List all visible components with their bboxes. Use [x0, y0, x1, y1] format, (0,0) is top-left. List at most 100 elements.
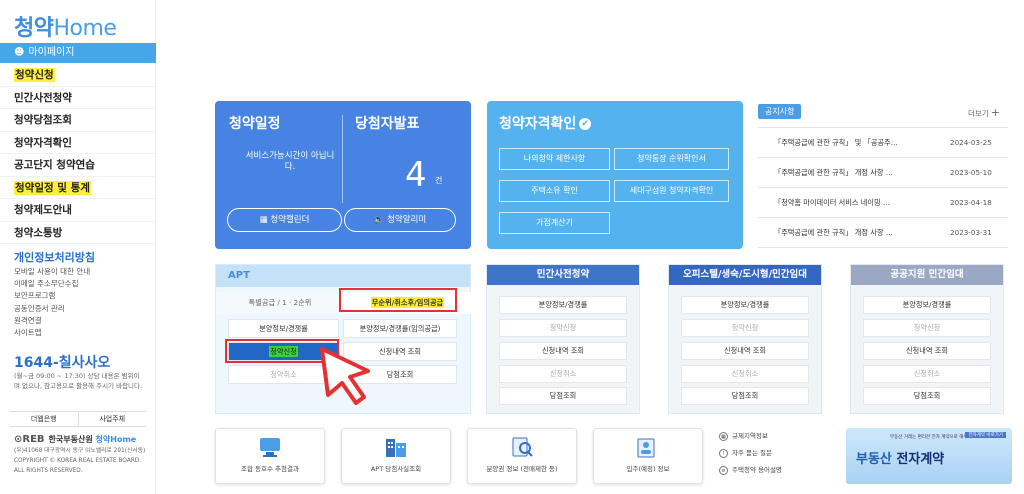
- panel-cancel-button[interactable]: 신청취소: [863, 365, 991, 383]
- divider: [342, 115, 343, 203]
- e-contract-banner[interactable]: 부동산 거래는 편리한 전자 계약으로 해주세요 전자계약 바로가기 부동산 전…: [846, 428, 1012, 484]
- menu-item-community[interactable]: 청약소통방: [0, 222, 156, 244]
- panel-history-button[interactable]: 신청내역 조회: [681, 342, 809, 360]
- book-icon: ≡: [719, 465, 728, 475]
- panel-title: 오피스텔/생숙/도시형/민간임대: [669, 265, 821, 285]
- reb-logo-icon: ⊙REB: [14, 434, 45, 445]
- speaker-icon: 🔈: [373, 215, 388, 225]
- panel-title: 민간사전청약: [487, 265, 639, 285]
- panel-history-button[interactable]: 신청내역 조회: [499, 342, 627, 360]
- site-logo[interactable]: 청약Home: [14, 10, 117, 42]
- notice-row[interactable]: 「주택공급에 관한 규칙」 개정 사항 … 2023-05-10: [758, 158, 1008, 188]
- private-pre-panel: 민간사전청약 분양정보/경쟁률 청약신청 신청내역 조회 신청취소 당첨조회: [486, 264, 640, 414]
- regulated-area-link[interactable]: ▦ 규제지역정보: [719, 428, 837, 445]
- panel-winner-button[interactable]: 당첨조회: [499, 387, 627, 405]
- panel-apply-button[interactable]: 청약신청: [863, 319, 991, 337]
- apt-title: APT: [216, 265, 470, 287]
- document-search-icon: [512, 437, 533, 457]
- map-icon: ▦: [719, 431, 728, 441]
- score-calculator-button[interactable]: 가점계산기: [499, 212, 610, 234]
- panel-info-button[interactable]: 분양정보/경쟁률: [681, 296, 809, 314]
- panel-history-button[interactable]: 신청내역 조회: [863, 342, 991, 360]
- qualification-title: 청약자격확인 ✔: [499, 113, 592, 133]
- schedule-title[interactable]: 청약일정: [229, 113, 281, 133]
- house-ownership-button[interactable]: 주택소유 확인: [499, 180, 610, 202]
- plus-icon: +: [990, 106, 1000, 119]
- user-icon: ☻: [14, 47, 25, 58]
- sublink[interactable]: 보안프로그램: [14, 290, 90, 302]
- privacy-policy-link[interactable]: 개인정보처리방침: [14, 249, 95, 265]
- calendar-button[interactable]: ▦ 청약캘린더: [227, 208, 342, 232]
- pointer-arrow-icon: [320, 347, 370, 405]
- sublink[interactable]: 원격연결: [14, 315, 90, 327]
- panel-apply-button[interactable]: 청약신청: [681, 319, 809, 337]
- panel-info-button[interactable]: 분양정보/경쟁률: [863, 296, 991, 314]
- banner-subtitle: 부동산 거래는 편리한 전자 계약으로 해주세요: [890, 435, 976, 440]
- winner-count: 4: [405, 155, 427, 195]
- officetel-panel: 오피스텔/생숙/도시형/민간임대 분양정보/경쟁률 청약신청 신청내역 조회 신…: [668, 264, 822, 414]
- menu-item-private-pre[interactable]: 민간사전청약: [0, 87, 156, 109]
- glossary-link[interactable]: ≡ 주택청약 용어설명: [719, 462, 837, 479]
- menu-item-winner-check[interactable]: 청약당첨조회: [0, 109, 156, 132]
- menu-item-apply[interactable]: 청약신청: [0, 64, 156, 87]
- menu-item-qualification[interactable]: 청약자격확인: [0, 132, 156, 154]
- banner-title: 부동산 전자계약: [856, 452, 945, 467]
- sublink[interactable]: 공동인증서 관리: [14, 303, 90, 315]
- more-link[interactable]: 더보기 +: [968, 106, 1000, 119]
- bank-link[interactable]: 더웹은행: [10, 412, 78, 426]
- bank-links: 더웹은행 사업주체: [10, 411, 146, 427]
- notice-row[interactable]: 「주택공급에 관한 규칙」 개정 사항 … 2023-03-31: [758, 218, 1008, 248]
- panel-title: 공공지원 민간임대: [851, 265, 1003, 285]
- notice-list: 「주택공급에 관한 규칙」 및 「공공주… 2024-03-25 「주택공급에 관…: [758, 127, 1008, 248]
- banner-badge: 전자계약 바로가기: [965, 432, 1006, 438]
- check-icon: ✔: [579, 118, 592, 130]
- service-hours-message: 서비스가능시간이 아닙니다.: [245, 151, 335, 172]
- panel-winner-button[interactable]: 당첨조회: [681, 387, 809, 405]
- notice-row[interactable]: 「주택공급에 관한 규칙」 및 「공공주… 2024-03-25: [758, 128, 1008, 158]
- my-restriction-button[interactable]: 나의청약 제한사항: [499, 148, 610, 170]
- winner-announce-title[interactable]: 당첨자발표: [355, 113, 419, 133]
- notice-row[interactable]: 「청약홈 마이데이터 서비스 네이밍 … 2023-04-18: [758, 188, 1008, 218]
- person-document-icon: [637, 438, 655, 458]
- sublink[interactable]: 이메일 주소무단수집: [14, 278, 90, 290]
- footer-logo: ⊙REB 한국부동산원 청약Home: [14, 434, 137, 445]
- main-menu: 청약신청 민간사전청약 청약당첨조회 청약자격확인 공고단지 청약연습 청약일정…: [0, 64, 156, 244]
- presale-right-tile[interactable]: 분양권 정보 (전매제한 등): [467, 428, 577, 484]
- qualification-card: 청약자격확인 ✔ 나의청약 제한사항 청약통장 순위확인서 주택소유 확인 세대구…: [487, 101, 743, 249]
- menu-item-system-guide[interactable]: 청약제도안내: [0, 199, 156, 222]
- panel-cancel-button[interactable]: 신청취소: [499, 365, 627, 383]
- notice-tab[interactable]: 공지사항: [758, 104, 802, 119]
- sidebar: 청약Home ☻ 마이페이지 청약신청 민간사전청약 청약당첨조회 청약자격확인 …: [0, 0, 156, 494]
- move-in-info-tile[interactable]: 입주(예정) 정보: [593, 428, 703, 484]
- menu-item-practice[interactable]: 공고단지 청약연습: [0, 154, 156, 177]
- union-lottery-tile[interactable]: 조합 동호수 추첨결과: [215, 428, 325, 484]
- sublink[interactable]: 사이트맵: [14, 327, 90, 339]
- mypage-button[interactable]: ☻ 마이페이지: [0, 43, 156, 63]
- business-link[interactable]: 사업주체: [77, 412, 147, 426]
- household-qualify-button[interactable]: 세대구성원 청약자격확인: [614, 180, 729, 202]
- sublink[interactable]: 모바일 사용이 대한 안내: [14, 266, 90, 278]
- phone-number: 1644-칠사사오: [14, 355, 111, 371]
- winner-count-unit: 건: [435, 176, 443, 185]
- building-icon: [386, 439, 406, 457]
- call-hours: (월~금 09:00 ~ 17:30) 상담 내용은 범위이며 없으나, 참고용…: [14, 372, 143, 390]
- tab-special-supply[interactable]: 특별공급 / 1 · 2순위: [216, 292, 344, 314]
- account-rank-button[interactable]: 청약통장 순위확인서: [614, 148, 729, 170]
- panel-apply-button[interactable]: 청약신청: [499, 319, 627, 337]
- info-icon: !: [719, 448, 728, 458]
- menu-item-schedule-stats[interactable]: 청약일정 및 통계: [0, 177, 156, 199]
- sub-links: 모바일 사용이 대한 안내 이메일 주소무단수집 보안프로그램 공동인증서 관리…: [14, 266, 90, 339]
- copyright: (우)41068 대구광역시 동구 이노밸리로 291(신서동) COPYRIG…: [14, 448, 146, 474]
- notice-board: 공지사항 더보기 + 「주택공급에 관한 규칙」 및 「공공주… 2024-03-2…: [758, 101, 1008, 249]
- panel-winner-button[interactable]: 당첨조회: [863, 387, 991, 405]
- apt-info-button[interactable]: 분양정보/경쟁률: [228, 319, 339, 338]
- panel-cancel-button[interactable]: 신청취소: [681, 365, 809, 383]
- calendar-icon: ▦: [259, 215, 271, 225]
- apt-winner-fact-tile[interactable]: APT 당첨사실조회: [341, 428, 451, 484]
- alarm-button[interactable]: 🔈 청약알리미: [344, 208, 456, 232]
- apt-info-optional-button[interactable]: 분양정보/경쟁률(임의공급): [343, 319, 457, 338]
- highlight-box-tab: [339, 288, 457, 312]
- panel-info-button[interactable]: 분양정보/경쟁률: [499, 296, 627, 314]
- faq-link[interactable]: ! 자주 묻는 질문: [719, 445, 837, 462]
- schedule-card: 청약일정 당첨자발표 서비스가능시간이 아닙니다. 4 건 ▦ 청약캘린더 🔈 …: [215, 101, 471, 249]
